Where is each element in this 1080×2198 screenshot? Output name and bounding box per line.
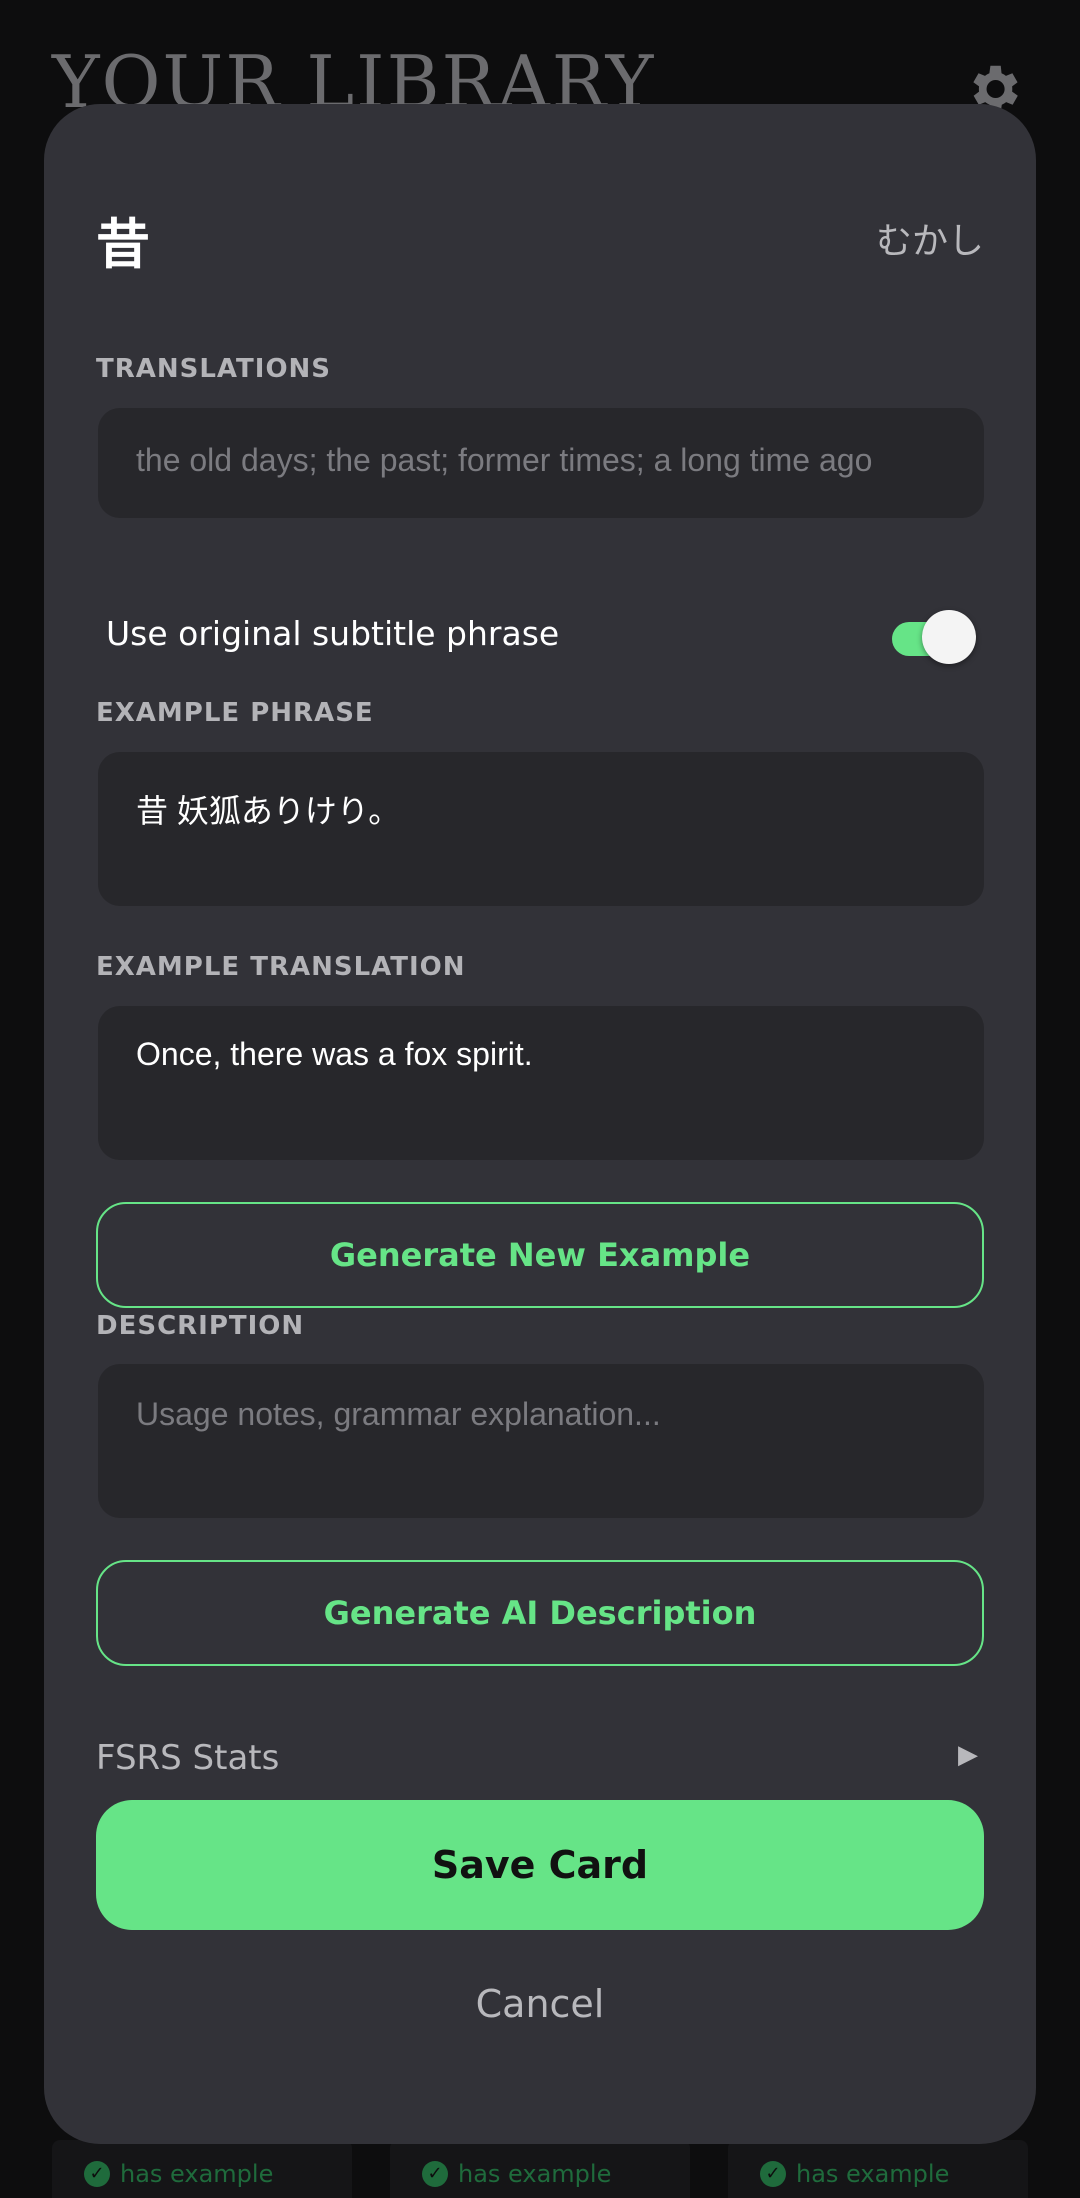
check-icon: ✓: [760, 2161, 786, 2187]
badge-label: has example: [458, 2160, 612, 2188]
check-icon: ✓: [422, 2161, 448, 2187]
library-card[interactable]: ✓ has example: [52, 2140, 352, 2198]
badge-label: has example: [120, 2160, 274, 2188]
description-input[interactable]: Usage notes, grammar explanation...: [98, 1364, 984, 1518]
cancel-button[interactable]: Cancel: [96, 1964, 984, 2044]
example-phrase-label: EXAMPLE PHRASE: [96, 698, 374, 728]
has-example-badge: ✓ has example: [422, 2160, 611, 2188]
save-card-button[interactable]: Save Card: [96, 1800, 984, 1930]
description-label: DESCRIPTION: [96, 1311, 305, 1341]
generate-example-button[interactable]: Generate New Example: [96, 1202, 984, 1308]
toggle-thumb: [922, 610, 976, 664]
translations-label: TRANSLATIONS: [96, 354, 332, 384]
library-card[interactable]: ✓ has example: [390, 2140, 690, 2198]
example-translation-input[interactable]: Once, there was a fox spirit.: [98, 1006, 984, 1160]
check-icon: ✓: [84, 2161, 110, 2187]
subtitle-phrase-toggle-row[interactable]: Use original subtitle phrase: [106, 604, 976, 674]
card-word: 昔: [96, 213, 150, 276]
library-card-row: ✓ has example ✓ has example ✓ has exampl…: [0, 2140, 1080, 2198]
toggle-label: Use original subtitle phrase: [106, 614, 560, 653]
has-example-badge: ✓ has example: [760, 2160, 949, 2188]
translations-input[interactable]: the old days; the past; former times; a …: [98, 408, 984, 518]
badge-label: has example: [796, 2160, 950, 2188]
has-example-badge: ✓ has example: [84, 2160, 273, 2188]
fsrs-stats-label: FSRS Stats: [96, 1738, 280, 1778]
example-translation-label: EXAMPLE TRANSLATION: [96, 952, 466, 982]
generate-description-button[interactable]: Generate AI Description: [96, 1560, 984, 1666]
card-reading: むかし: [875, 221, 984, 262]
edit-card-modal: 昔 むかし TRANSLATIONS the old days; the pas…: [44, 104, 1036, 2144]
subtitle-phrase-toggle[interactable]: [892, 610, 976, 664]
fsrs-stats-toggle[interactable]: FSRS Stats ▶: [96, 1728, 984, 1788]
library-card[interactable]: ✓ has example: [728, 2140, 1028, 2198]
play-arrow-icon: ▶: [958, 1740, 978, 1770]
example-phrase-input[interactable]: 昔 妖狐ありけり。: [98, 752, 984, 906]
